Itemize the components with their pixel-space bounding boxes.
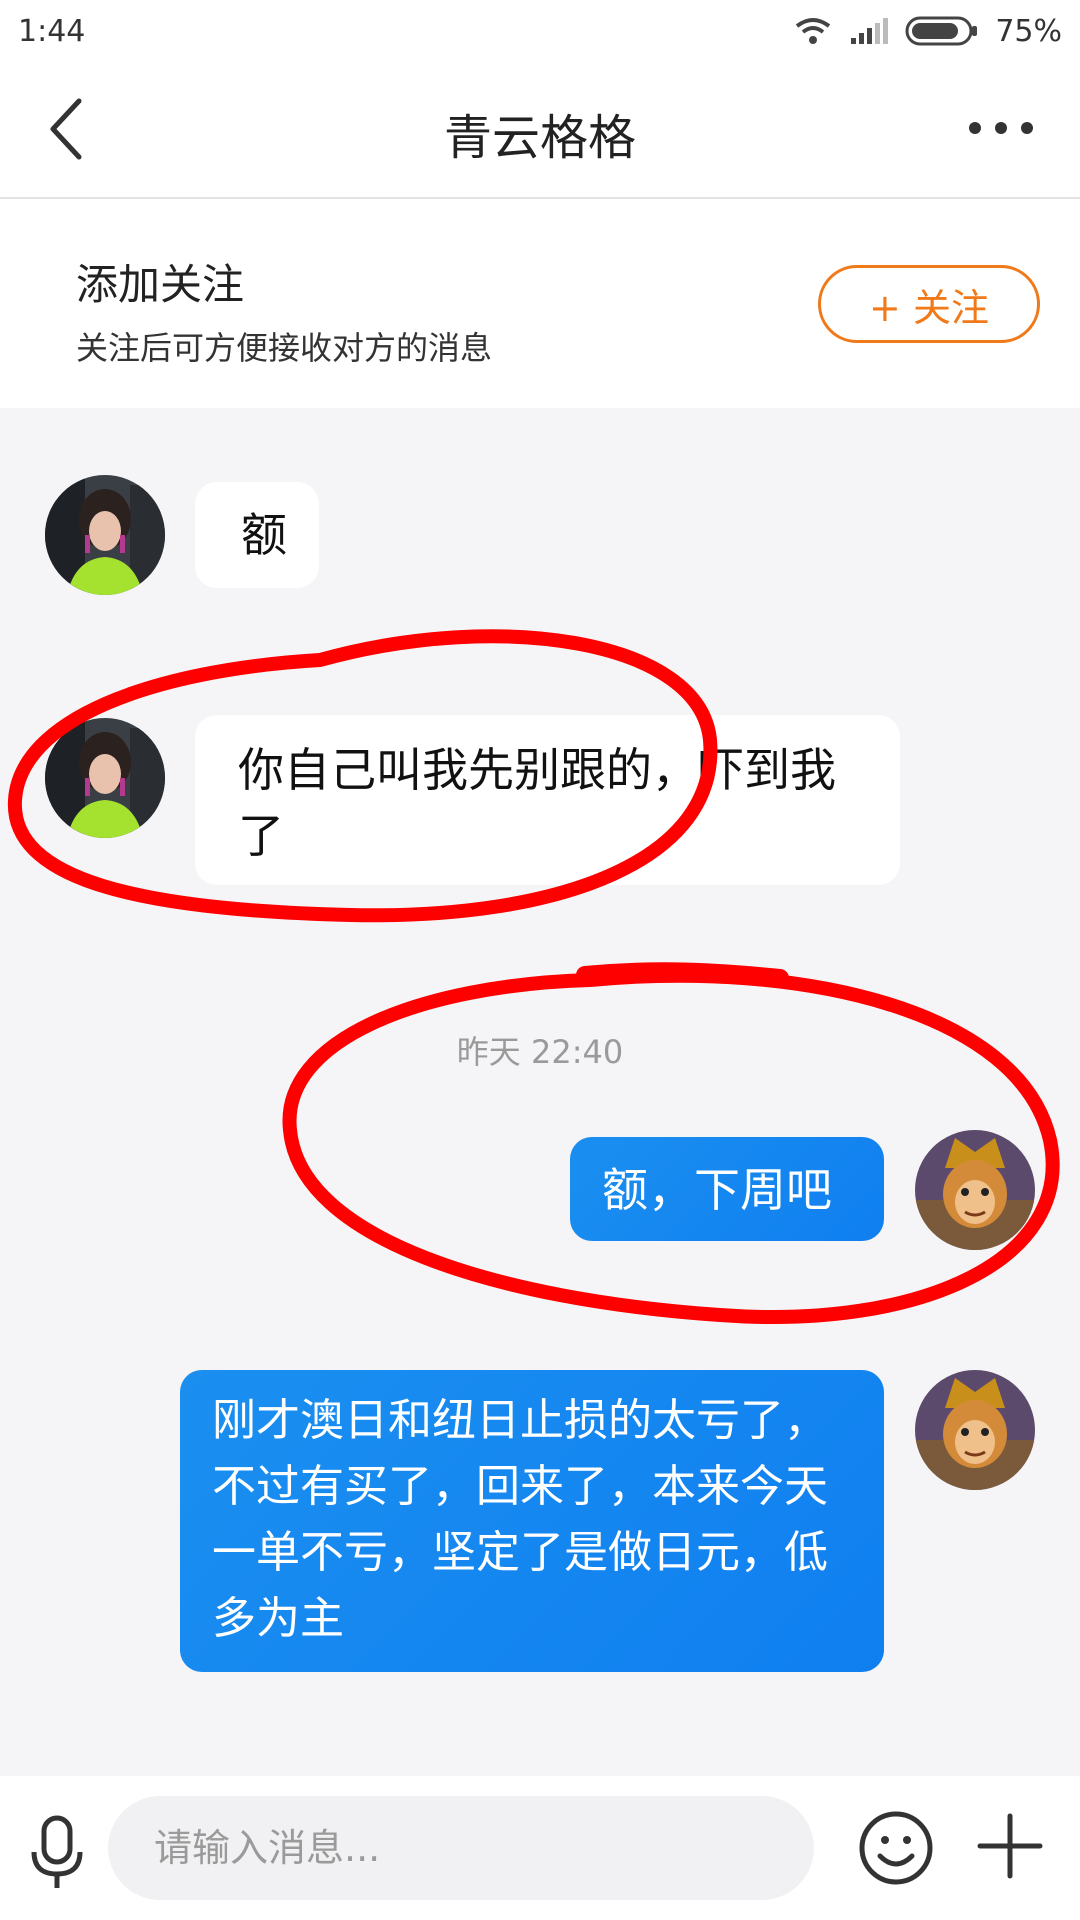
message-timestamp: 昨天 22:40 — [456, 1033, 624, 1071]
more-dots-icon — [1021, 122, 1033, 134]
follow-banner: 添加关注 关注后可方便接收对方的消息 + 关注 — [0, 199, 1080, 408]
follow-title: 添加关注 — [76, 260, 245, 309]
user-avatar[interactable] — [915, 1130, 1035, 1250]
message-text: 额 — [241, 508, 287, 562]
incoming-message-bubble[interactable]: 你自己叫我先别跟的，吓到我了 — [195, 715, 900, 885]
message-text: 你自己叫我先别跟的，吓到我了 — [238, 743, 836, 863]
message-text: 刚才澳日和纽日止损的太亏了，不过有买了，回来了，本来今天一单不亏，坚定了是做日元… — [212, 1395, 828, 1644]
status-icons: 75% — [793, 14, 1062, 49]
message-text: 额，下周吧 — [602, 1163, 832, 1217]
microphone-icon — [31, 1815, 83, 1888]
message-input[interactable] — [108, 1796, 814, 1900]
input-bar — [0, 1776, 1080, 1920]
more-button[interactable] — [956, 108, 1046, 148]
incoming-message-bubble[interactable]: 额 — [195, 482, 319, 588]
follow-subtitle: 关注后可方便接收对方的消息 — [76, 329, 493, 367]
contact-avatar[interactable] — [45, 718, 165, 838]
status-bar: 1:44 75% — [0, 0, 1080, 62]
more-dots-icon — [969, 122, 981, 134]
outgoing-message-bubble[interactable]: 刚才澳日和纽日止损的太亏了，不过有买了，回来了，本来今天一单不亏，坚定了是做日元… — [180, 1370, 884, 1672]
plus-icon — [977, 1813, 1043, 1879]
emoji-button[interactable] — [858, 1810, 934, 1886]
add-attachment-button[interactable] — [974, 1810, 1046, 1882]
more-dots-icon — [995, 122, 1007, 134]
user-avatar[interactable] — [915, 1370, 1035, 1490]
contact-avatar[interactable] — [45, 475, 165, 595]
follow-button[interactable]: + 关注 — [818, 265, 1040, 343]
microphone-button[interactable] — [22, 1812, 92, 1892]
outgoing-message-bubble[interactable]: 额，下周吧 — [570, 1137, 884, 1241]
navigation-bar: 青云格格 — [0, 62, 1080, 199]
emoji-icon — [859, 1811, 933, 1885]
wifi-icon — [793, 16, 833, 46]
battery-percent: 75% — [995, 13, 1062, 49]
status-time: 1:44 — [18, 13, 86, 49]
signal-icon — [849, 16, 889, 46]
page-title: 青云格格 — [443, 110, 636, 166]
battery-icon — [905, 15, 979, 47]
